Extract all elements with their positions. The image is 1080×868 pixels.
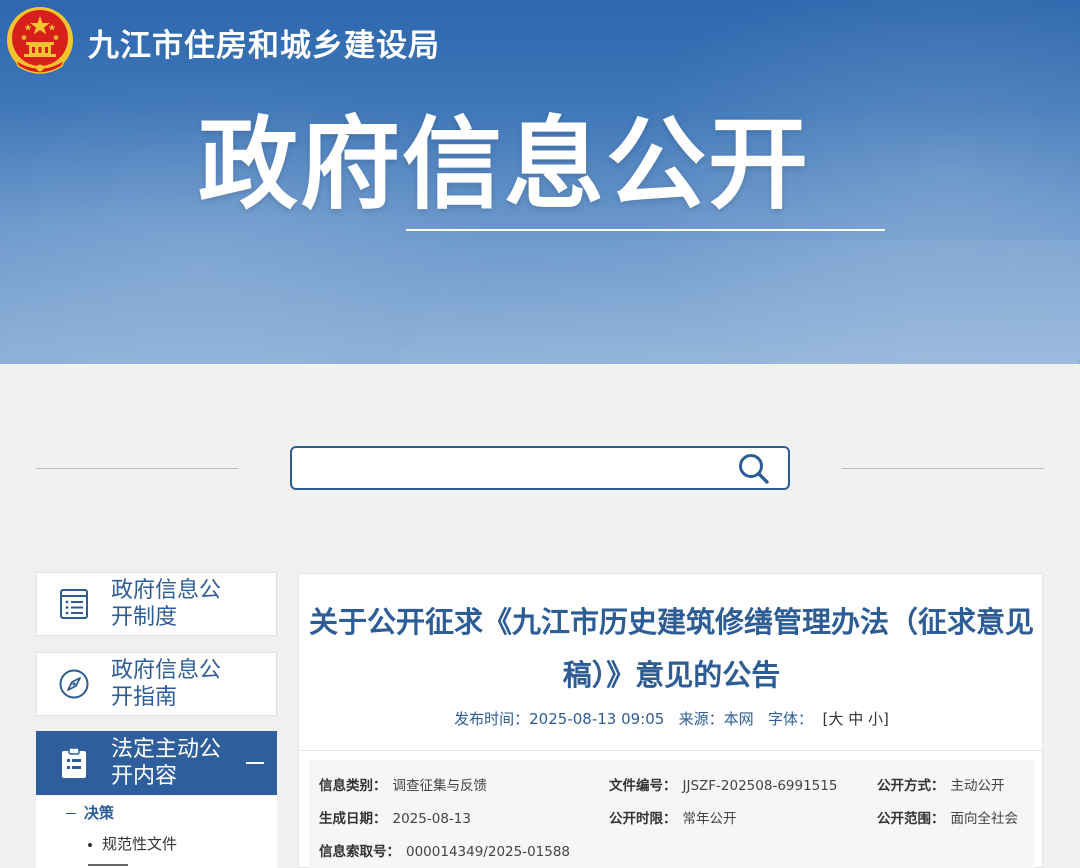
article-meta: 发布时间：2025-08-13 09:05 来源：本网 字体： [大 中 小] (454, 710, 889, 728)
search-icon[interactable] (736, 452, 772, 486)
banner-decoration (356, 240, 1080, 364)
info-open-method: 公开方式： 主动公开 (877, 778, 1005, 794)
sidebar-item-disclosure-system[interactable]: 政府信息公开制度 (36, 572, 277, 636)
font-medium-button[interactable]: 中 (848, 710, 863, 728)
sidebar-item-label: 法定主动公开内容 (111, 737, 222, 789)
article-title: 关于公开征求《九江市历史建筑修缮管理办法（征求意见稿）》意见的公告 (308, 605, 1034, 692)
search-box[interactable] (290, 446, 790, 490)
header-banner: 九江市住房和城乡建设局 政府信息公开 (0, 0, 1080, 364)
info-open-scope: 公开范围： 面向全社会 (877, 811, 1018, 827)
sidebar-item-label: 政府信息公开指南 (111, 658, 222, 710)
document-list-icon (60, 589, 88, 619)
article-panel: 关于公开征求《九江市历史建筑修缮管理办法（征求意见稿）》意见的公告 发布时间：2… (298, 573, 1044, 868)
info-gen-date: 生成日期： 2025-08-13 (319, 811, 471, 827)
site-name[interactable]: 九江市住房和城乡建设局 (88, 20, 440, 65)
info-table: 信息类别： 调查征集与反馈 文件编号： JJSZF-202508-6991515 公… (309, 760, 1034, 868)
sidebar-subcategory[interactable]: 决策 (66, 802, 114, 823)
clipboard-icon (62, 747, 86, 778)
sidebar-submenu: 决策 规范性文件 (36, 796, 277, 868)
search-divider-right (842, 468, 1044, 469)
source-label: 来源： (678, 710, 724, 728)
publish-date: 2025-08-13 09:05 (529, 710, 665, 728)
sidebar-item-disclosure-guide[interactable]: 政府信息公开指南 (36, 652, 277, 716)
search-divider-left (36, 468, 238, 469)
font-size-label: 字体： (767, 710, 813, 728)
sidebar-item-label: 政府信息公开制度 (111, 578, 222, 630)
info-doc-number: 文件编号： JJSZF-202508-6991515 (609, 778, 838, 794)
sidebar-subitem[interactable]: 规范性文件 (88, 833, 177, 854)
font-large-button[interactable]: 大 (828, 710, 843, 728)
search-input[interactable] (302, 454, 722, 482)
hero-title: 政府信息公开 (198, 106, 810, 223)
info-index-number: 信息索取号： 000014349/2025-01588 (319, 844, 571, 860)
sidebar-item-statutory-content[interactable]: 法定主动公开内容 (36, 731, 277, 795)
info-open-period: 公开时限： 常年公开 (609, 811, 737, 827)
compass-icon (59, 669, 89, 699)
collapse-icon[interactable] (246, 762, 264, 764)
info-category: 信息类别： 调查征集与反馈 (319, 778, 487, 794)
national-emblem-icon (7, 7, 73, 74)
sidebar-subitem-partial (88, 862, 128, 868)
hero-underline (406, 229, 885, 231)
source-value: 本网 (723, 710, 754, 728)
divider (299, 750, 1044, 751)
publish-label: 发布时间： (454, 710, 530, 728)
font-small-button[interactable]: 小 (868, 710, 883, 728)
